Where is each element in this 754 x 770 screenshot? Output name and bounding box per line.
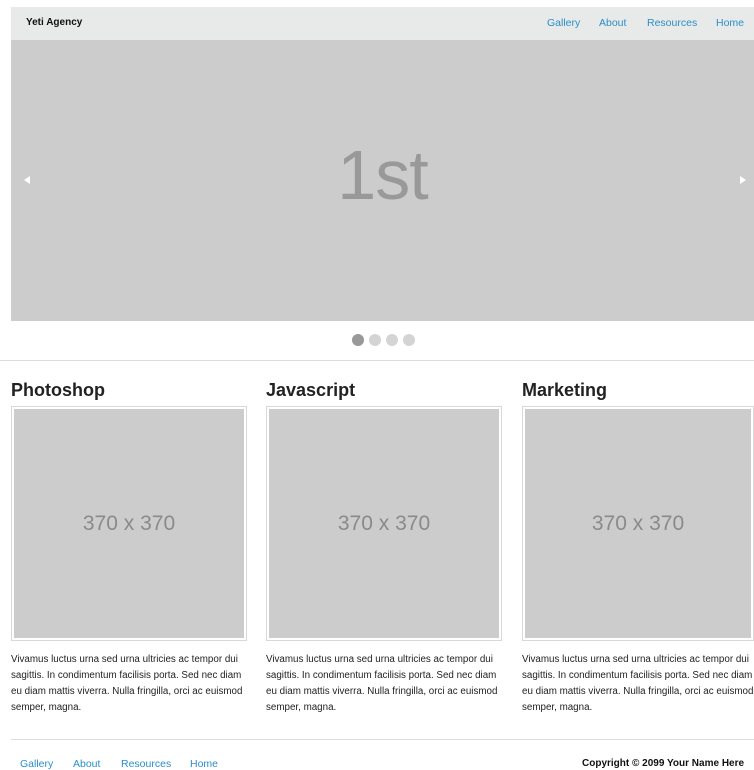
slider-next-arrow-icon[interactable] bbox=[740, 176, 746, 184]
slider-dot-3[interactable] bbox=[386, 334, 398, 346]
feature-image: 370 x 370 bbox=[522, 406, 754, 641]
feature-photoshop: Photoshop 370 x 370 Vivamus luctus urna … bbox=[11, 376, 251, 713]
footer-nav-resources[interactable]: Resources bbox=[121, 758, 171, 770]
slider-prev-arrow-icon[interactable] bbox=[24, 176, 30, 184]
nav-gallery[interactable]: Gallery bbox=[547, 17, 580, 29]
divider bbox=[0, 360, 754, 361]
copyright-text: Copyright © 2099 Your Name Here bbox=[582, 758, 745, 769]
nav-about[interactable]: About bbox=[599, 17, 626, 29]
slide-caption: 1st bbox=[337, 136, 428, 214]
feature-image: 370 x 370 bbox=[266, 406, 502, 641]
image-slider: 1st bbox=[11, 40, 754, 321]
slider-dot-2[interactable] bbox=[369, 334, 381, 346]
footer-nav-home[interactable]: Home bbox=[190, 758, 218, 770]
slider-dot-4[interactable] bbox=[403, 334, 415, 346]
feature-javascript: Javascript 370 x 370 Vivamus luctus urna… bbox=[266, 376, 506, 713]
brand-logo[interactable]: Yeti Agency bbox=[26, 17, 82, 28]
feature-description: Vivamus luctus urna sed urna ultricies a… bbox=[11, 654, 243, 713]
footer-nav-gallery[interactable]: Gallery bbox=[20, 758, 53, 770]
feature-title: Photoshop bbox=[11, 380, 105, 400]
top-bar: Yeti Agency Gallery About Resources Home bbox=[11, 7, 754, 40]
footer-nav-about[interactable]: About bbox=[73, 758, 100, 770]
nav-home[interactable]: Home bbox=[716, 17, 744, 29]
image-placeholder-label: 370 x 370 bbox=[337, 511, 431, 535]
feature-marketing: Marketing 370 x 370 Vivamus luctus urna … bbox=[522, 376, 754, 713]
feature-image: 370 x 370 bbox=[11, 406, 247, 641]
slider-dot-1[interactable] bbox=[352, 334, 364, 346]
footer-divider bbox=[11, 739, 754, 740]
feature-description: Vivamus luctus urna sed urna ultricies a… bbox=[522, 654, 754, 713]
feature-description: Vivamus luctus urna sed urna ultricies a… bbox=[266, 654, 498, 713]
image-placeholder-label: 370 x 370 bbox=[591, 511, 685, 535]
image-placeholder-label: 370 x 370 bbox=[82, 511, 176, 535]
nav-resources[interactable]: Resources bbox=[647, 17, 697, 29]
feature-title: Javascript bbox=[266, 380, 356, 400]
feature-title: Marketing bbox=[522, 380, 608, 400]
